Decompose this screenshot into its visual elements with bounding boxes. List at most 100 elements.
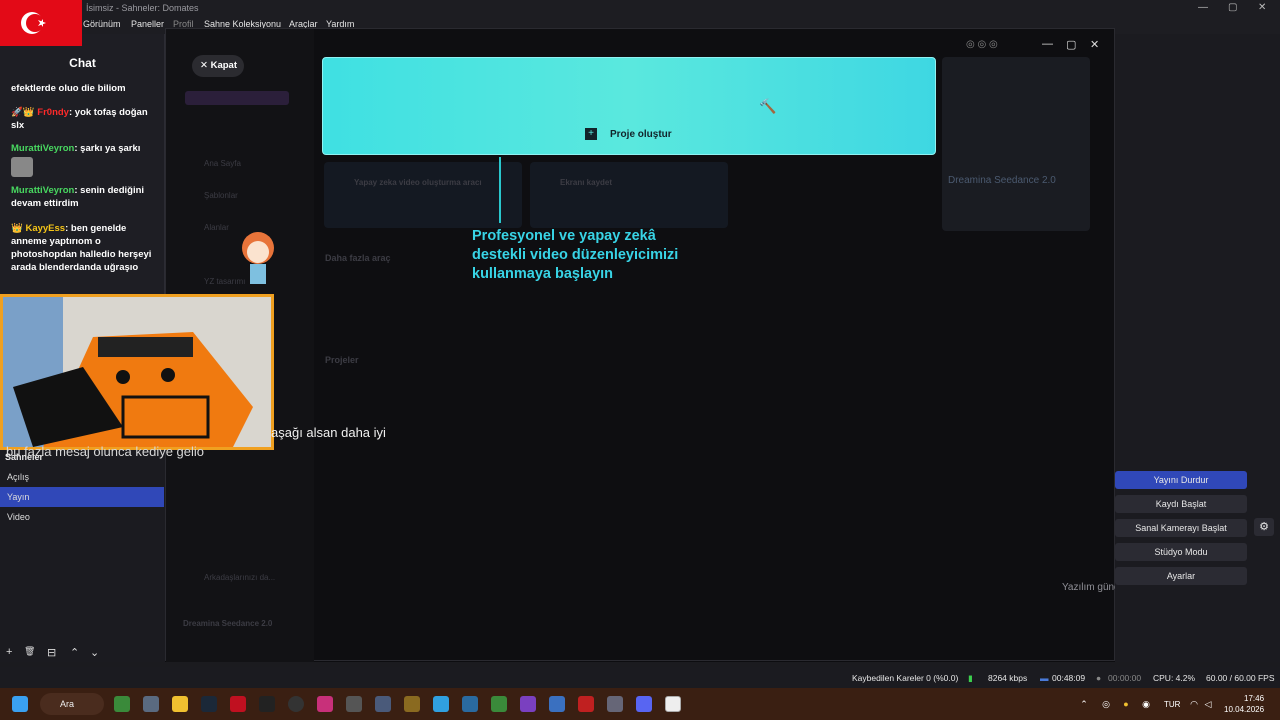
overlay-chat-line: aşağı alsan daha iyi [271, 425, 386, 440]
sidebar-item-spaces[interactable]: Alanlar [204, 223, 229, 232]
maximize-icon[interactable]: ▢ [1228, 2, 1237, 13]
tool-card-label: Yapay zeka video oluşturma aracı [354, 178, 482, 187]
menu-view[interactable]: Görünüm [83, 19, 121, 29]
chat-message: efektlerde oluo die biliom [11, 82, 163, 95]
chat-user: Fr0ndy [37, 107, 69, 118]
filter-icon[interactable]: ⊟ [47, 646, 56, 659]
chat-title: Chat [69, 56, 96, 70]
bitrate: 8264 kbps [988, 673, 1028, 683]
window-title: İsimsiz - Sahneler: Domates [86, 3, 199, 13]
create-project-card[interactable]: 🔨 + Proje oluştur [322, 57, 936, 155]
app-icon[interactable] [375, 696, 391, 712]
language-indicator[interactable]: TUR [1164, 700, 1180, 709]
help-icon[interactable]: ◎ ◎ ◎ [966, 39, 998, 50]
chat-text: efektlerde oluo die biliom [11, 83, 126, 94]
gear-icon[interactable]: ⚙ [1254, 518, 1274, 536]
plus-icon: + [585, 128, 597, 140]
cat-cartoon-image [3, 297, 271, 447]
riot-icon[interactable] [404, 696, 420, 712]
xbox-icon[interactable] [114, 696, 130, 712]
scene-item-opening[interactable]: Açılış [0, 467, 164, 487]
close-icon: ✕ [200, 60, 211, 71]
app-icon[interactable] [578, 696, 594, 712]
tool-card[interactable]: Yapay zeka video oluşturma aracı [324, 162, 522, 228]
start-recording-button[interactable]: Kaydı Başlat [1115, 495, 1247, 513]
chat-text: : şarkı ya şarkı [74, 143, 141, 154]
emote-icon [11, 157, 33, 177]
hammer-icon: 🔨 [759, 98, 777, 114]
windows-start-icon[interactable] [12, 696, 28, 712]
close-button[interactable]: ✕ Kapat [192, 55, 244, 77]
steam-icon[interactable] [201, 696, 217, 712]
settings-button[interactable]: Ayarlar [1115, 567, 1247, 585]
clock-date: 10.04.2026 [1224, 705, 1265, 714]
editor-modal: Ana Sayfa Şablonlar Alanlar YZ tasarımı … [165, 28, 1205, 662]
chat-message: MurattiVeyron: senin dediğini devam etti… [11, 184, 163, 210]
opera-icon[interactable] [230, 696, 246, 712]
app-icon[interactable] [520, 696, 536, 712]
close-icon[interactable]: ✕ [1090, 38, 1099, 51]
instagram-icon[interactable] [317, 696, 333, 712]
add-icon[interactable]: + [6, 646, 12, 658]
chat-message: 👑 KayyEss: ben genelde anneme yaptırıom … [11, 222, 163, 274]
discord-icon[interactable] [636, 696, 652, 712]
sidebar-item-home[interactable]: Ana Sayfa [204, 159, 241, 168]
chevron-down-icon[interactable]: ⌄ [90, 646, 99, 659]
tray-icon[interactable]: ◎ [1098, 696, 1114, 712]
close-icon[interactable]: ✕ [1258, 2, 1266, 13]
dim-button [185, 91, 289, 105]
scene-item-stream[interactable]: Yayın [0, 487, 164, 507]
app-icon[interactable] [462, 696, 478, 712]
webcam-image [3, 297, 271, 447]
search-box[interactable]: Ara [40, 693, 104, 715]
sidebar-promo-title: Dreamina Seedance 2.0 [183, 619, 273, 628]
tool-card-label: Ekranı kaydet [560, 178, 613, 187]
chat-user: KayyEss [25, 223, 66, 234]
trash-icon[interactable]: 🗑 [24, 646, 35, 657]
stream-time: 00:48:09 [1052, 673, 1086, 683]
dropped-frames: Kaybedilen Kareler 0 (%0.0) [852, 673, 959, 683]
badge-icon: 🚀👑 [11, 107, 38, 118]
flag-image [0, 0, 82, 46]
capcut-icon[interactable] [665, 696, 681, 712]
settings-icon[interactable] [607, 696, 623, 712]
clock[interactable]: 17:46 10.04.2026 [1224, 693, 1264, 715]
app-icon[interactable] [433, 696, 449, 712]
close-label: Kapat [210, 60, 238, 71]
microphone-icon[interactable]: ● [1118, 696, 1134, 712]
minecraft-icon[interactable] [491, 696, 507, 712]
overlay-chat-line: bu fazla mesaj olunca kediye gelio [6, 444, 205, 459]
tour-tooltip-text: Profesyonel ve yapay zekâ destekli video… [472, 228, 679, 282]
chevron-up-icon[interactable]: ⌃ [70, 646, 79, 659]
obs-icon[interactable] [288, 696, 304, 712]
chat-user: MurattiVeyron [11, 185, 75, 196]
volume-icon[interactable]: ◁ [1200, 696, 1216, 712]
app-icon[interactable] [346, 696, 362, 712]
minimize-icon[interactable]: — [1198, 2, 1208, 13]
status-bar: Kaybedilen Kareler 0 (%0.0) ▮ 8264 kbps … [0, 667, 1280, 688]
sidebar-item-invite[interactable]: Arkadaşlarınızı da... [204, 573, 275, 582]
promo-card[interactable]: Dreamina Seedance 2.0 [942, 57, 1090, 231]
scene-toolbar: + 🗑 ⊟ ⌃ ⌄ [0, 646, 165, 662]
tool-card[interactable]: Ekranı kaydet [530, 162, 728, 228]
tray-icon[interactable]: ◉ [1138, 696, 1154, 712]
start-virtual-camera-button[interactable]: Sanal Kamerayı Başlat [1115, 519, 1247, 537]
stop-stream-button[interactable]: Yayını Durdur [1115, 471, 1247, 489]
task-view-icon[interactable] [143, 696, 159, 712]
app-icon[interactable] [549, 696, 565, 712]
scene-item-video[interactable]: Video [0, 507, 164, 527]
epic-games-icon[interactable] [259, 696, 275, 712]
menu-docks[interactable]: Paneller [131, 19, 164, 29]
studio-mode-button[interactable]: Stüdyo Modu [1115, 543, 1247, 561]
cpu-usage: CPU: 4.2% [1153, 673, 1196, 683]
file-explorer-icon[interactable] [172, 696, 188, 712]
webcam-overlay [0, 294, 274, 450]
sidebar-item-templates[interactable]: Şablonlar [204, 191, 238, 200]
minimize-icon[interactable]: — [1042, 38, 1053, 50]
title-bar: İsimsiz - Sahneler: Domates — ▢ ✕ [0, 0, 1280, 16]
clock-time: 17:46 [1244, 694, 1265, 703]
chevron-up-icon[interactable]: ⌃ [1076, 696, 1092, 712]
maximize-icon[interactable]: ▢ [1066, 38, 1076, 51]
crescent-star-icon [21, 12, 46, 34]
search-label: Ara [60, 699, 75, 709]
